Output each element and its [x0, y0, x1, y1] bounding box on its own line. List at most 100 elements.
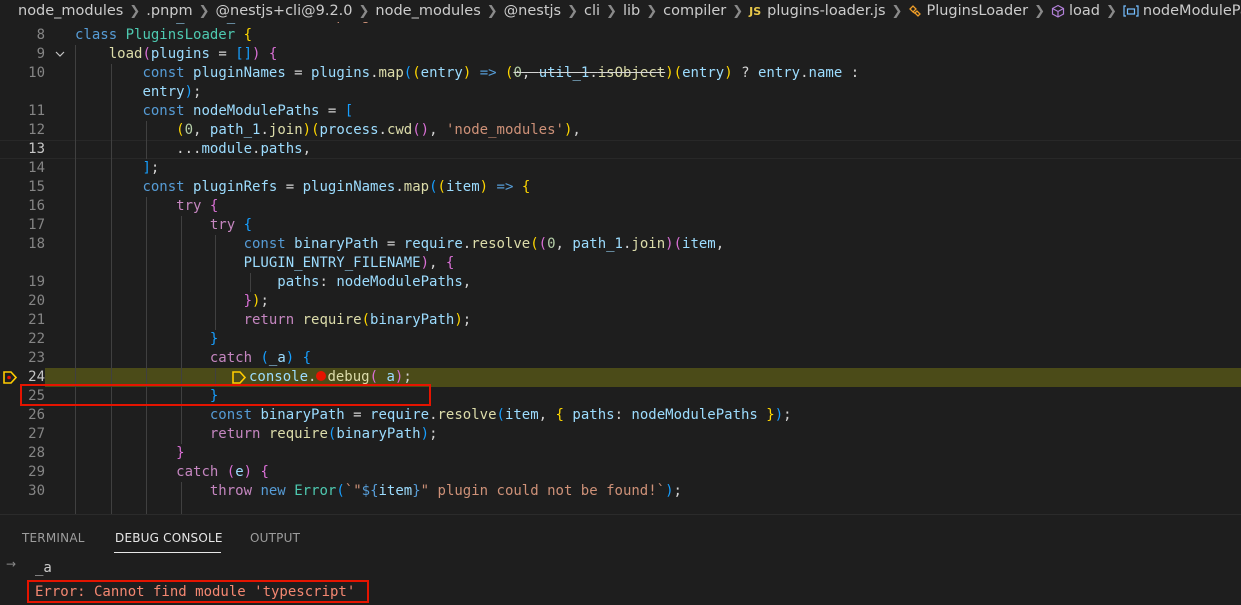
code-line: 17 try {	[0, 216, 1241, 235]
line-number: 10	[28, 65, 45, 81]
code-line-current: 13 ...module.paths,	[0, 140, 1241, 159]
code-text[interactable]: const pluginRefs = pluginNames.map((item…	[75, 178, 530, 197]
line-number: 19	[28, 274, 45, 290]
indent-guide	[75, 45, 76, 514]
breadcrumb-file-label: plugins-loader.js	[767, 3, 886, 19]
indent-guide	[111, 64, 112, 514]
line-number: 28	[28, 445, 45, 461]
chevron-right-icon: ❯	[486, 3, 498, 19]
breadcrumb-field-label: nodeModulePaths	[1142, 3, 1241, 19]
code-line: 15 const pluginRefs = pluginNames.map((i…	[0, 178, 1241, 197]
code-line: 26 const binaryPath = require.resolve(it…	[0, 406, 1241, 425]
breadcrumb-item-lib[interactable]: lib	[623, 3, 640, 19]
code-text[interactable]: return require(binaryPath);	[75, 425, 438, 444]
line-number: 12	[28, 122, 45, 138]
code-text[interactable]: catch (e) {	[75, 463, 269, 482]
chevron-right-icon: ❯	[1034, 3, 1045, 19]
line-number: 29	[28, 464, 45, 480]
code-line: 22 }	[0, 330, 1241, 349]
code-line: 20 });	[0, 292, 1241, 311]
code-line: 30 throw new Error(`"${item}" plugin cou…	[0, 482, 1241, 501]
code-text[interactable]: const nodeModulePaths = [	[75, 102, 353, 121]
breadcrumb-item-field[interactable]: nodeModulePaths	[1123, 3, 1241, 19]
tab-debug-console[interactable]: DEBUG CONSOLE	[115, 531, 223, 545]
class-symbol-icon	[909, 5, 922, 17]
code-text[interactable]: throw new Error(`"${item}" plugin could …	[75, 482, 682, 501]
indent-guide	[250, 273, 251, 292]
chevron-down-icon[interactable]	[53, 47, 67, 61]
line-number: 9	[36, 46, 45, 62]
chevron-right-icon: ❯	[606, 3, 617, 19]
code-line: 10 const pluginNames = plugins.map((entr…	[0, 64, 1241, 83]
tab-terminal[interactable]: TERMINAL	[22, 531, 85, 545]
code-line: 28 }	[0, 444, 1241, 463]
code-line: 27 return require(binaryPath);	[0, 425, 1241, 444]
code-text[interactable]: paths: nodeModulePaths,	[75, 273, 471, 292]
javascript-file-icon: JS	[749, 4, 762, 18]
code-line-wrapped: entry);	[0, 83, 1241, 102]
breadcrumb-item-class[interactable]: PluginsLoader	[908, 3, 1028, 19]
code-text[interactable]: PLUGIN_ENTRY_FILENAME), {	[75, 254, 455, 273]
line-number: 14	[28, 160, 45, 176]
chevron-right-icon: ❯	[646, 3, 658, 19]
code-line-wrapped: PLUGIN_ENTRY_FILENAME), {	[0, 254, 1241, 273]
code-text[interactable]: try {	[75, 216, 252, 235]
code-line: 18 const binaryPath = require.resolve((0…	[0, 235, 1241, 254]
code-line: 11 const nodeModulePaths = [	[0, 102, 1241, 121]
breadcrumb-item-compiler[interactable]: compiler	[663, 3, 726, 19]
console-input-echo: _a	[35, 560, 52, 576]
indent-guide	[181, 216, 182, 444]
line-number: 30	[28, 483, 45, 499]
breadcrumb-item-cli[interactable]: cli	[584, 3, 600, 19]
breadcrumb-item-node-modules-2[interactable]: node_modules	[375, 3, 480, 19]
line-number: 15	[28, 179, 45, 195]
inline-breakpoint-icon[interactable]	[316, 371, 327, 381]
code-line: 14 ];	[0, 159, 1241, 178]
code-text[interactable]: (0, path_1.join)(process.cwd(), 'node_mo…	[75, 121, 581, 140]
line-number: 13	[28, 141, 45, 157]
chevron-right-icon: ❯	[567, 3, 579, 19]
code-text[interactable]: return require(binaryPath);	[75, 311, 472, 330]
breadcrumb-item-method[interactable]: load	[1051, 3, 1100, 19]
code-editor[interactable]: 7 const PLUGIN_ENTRY_FILENAME = 'plugin'…	[0, 18, 1241, 514]
code-text[interactable]: const binaryPath = require.resolve((0, p…	[75, 235, 725, 254]
active-tab-indicator	[114, 552, 221, 553]
code-text[interactable]: ];	[75, 159, 159, 178]
line-number: 26	[28, 407, 45, 423]
line-number: 11	[28, 103, 45, 119]
code-text[interactable]: load(plugins = []) {	[75, 45, 278, 64]
line-number: 8	[36, 27, 45, 43]
indent-guide	[146, 197, 147, 514]
breadcrumb-item-nestjs-cli[interactable]: @nestjs+cli@9.2.0	[216, 3, 353, 19]
line-number: 27	[28, 426, 45, 442]
code-text[interactable]: entry);	[75, 83, 201, 102]
breadcrumb-item-nestjs[interactable]: @nestjs	[504, 3, 561, 19]
code-line: 19 paths: nodeModulePaths,	[0, 273, 1241, 292]
line-number: 22	[28, 331, 45, 347]
code-line: 16 try {	[0, 197, 1241, 216]
breadcrumb-item-node-modules[interactable]: node_modules	[18, 3, 123, 19]
indent-guide	[146, 121, 147, 159]
debug-panel: TERMINAL DEBUG CONSOLE OUTPUT → _a Error…	[0, 514, 1241, 605]
method-symbol-icon	[1051, 4, 1065, 18]
breadcrumb-item-file[interactable]: JS plugins-loader.js	[749, 3, 885, 19]
breadcrumb-class-label: PluginsLoader	[926, 3, 1029, 19]
chevron-right-icon: ❯	[198, 3, 210, 19]
highlight-box-error-output	[27, 580, 369, 603]
code-text[interactable]: }	[75, 444, 184, 463]
code-text[interactable]: class PluginsLoader {	[75, 26, 252, 45]
line-number: 17	[28, 217, 45, 233]
code-text[interactable]: const binaryPath = require.resolve(item,…	[75, 406, 792, 425]
indent-guide	[181, 482, 182, 514]
line-number: 21	[28, 312, 45, 328]
breadcrumb-item-pnpm[interactable]: .pnpm	[146, 3, 192, 19]
code-text[interactable]: });	[75, 292, 269, 311]
variable-symbol-icon	[1123, 5, 1139, 17]
line-number: 20	[28, 293, 45, 309]
highlight-box-paused-line	[20, 384, 431, 406]
code-text[interactable]: const pluginNames = plugins.map((entry) …	[75, 64, 859, 83]
line-number: 16	[28, 198, 45, 214]
tab-output[interactable]: OUTPUT	[250, 531, 300, 545]
breadcrumb: node_modules ❯ .pnpm ❯ @nestjs+cli@9.2.0…	[0, 0, 1241, 22]
code-line: 23 catch (_a) {	[0, 349, 1241, 368]
